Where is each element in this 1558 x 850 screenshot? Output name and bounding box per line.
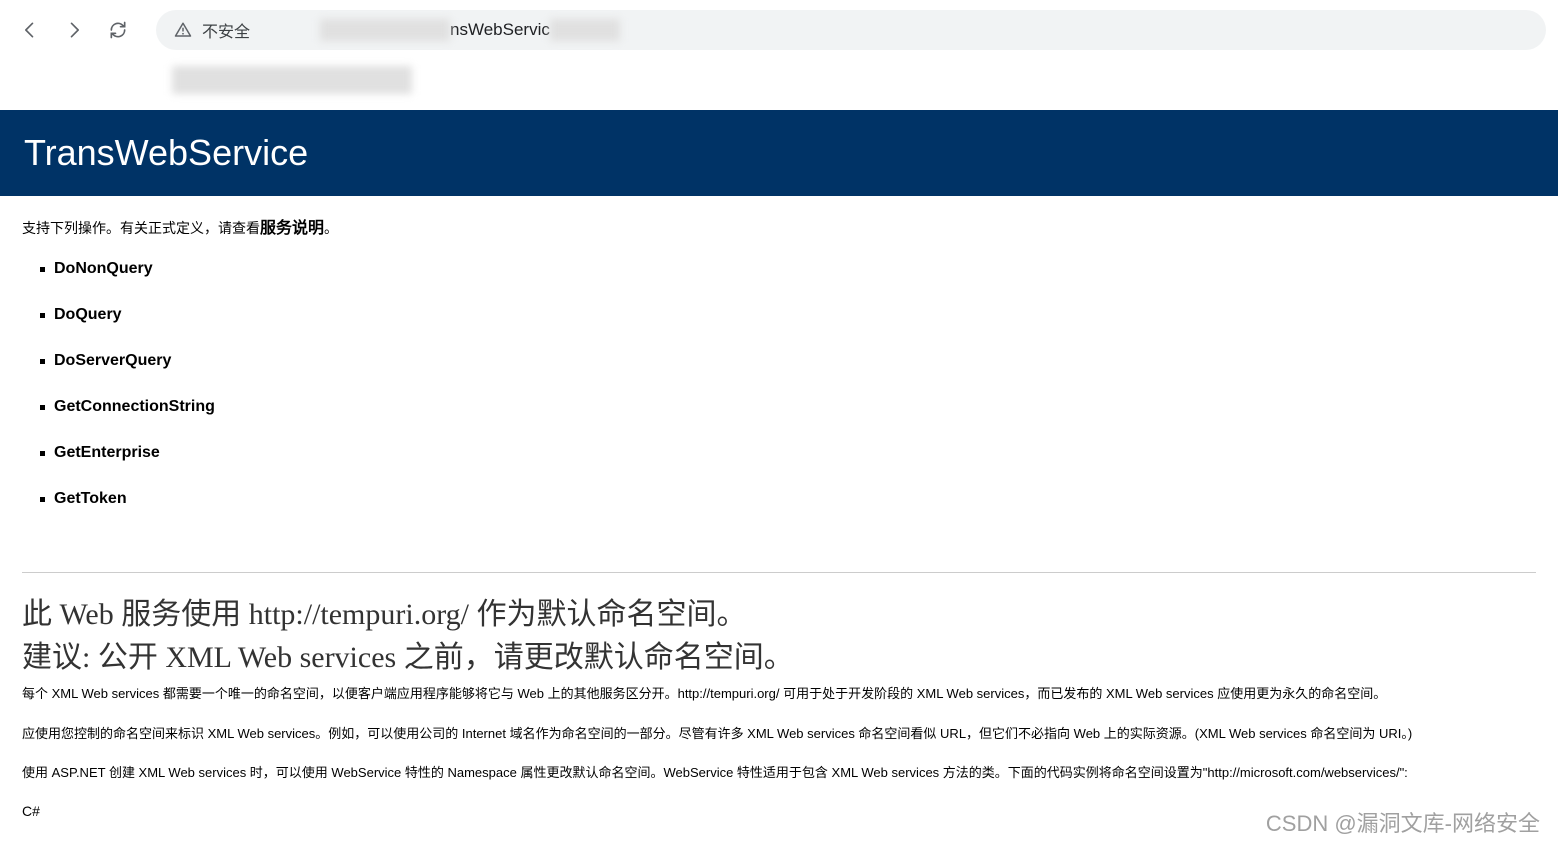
service-description-link[interactable]: 服务说明 [260, 220, 324, 237]
namespace-notice: 此 Web 服务使用 http://tempuri.org/ 作为默认命名空间。… [0, 591, 1558, 684]
forward-button[interactable] [56, 12, 92, 48]
operations-list: DoNonQuery DoQuery DoServerQuery GetConn… [40, 260, 1536, 508]
reload-button[interactable] [100, 12, 136, 48]
url-text: nsWebServic [450, 20, 550, 40]
url-blur-segment [550, 19, 620, 41]
section-divider [22, 572, 1536, 573]
code-language-label: C# [22, 803, 1536, 819]
back-button[interactable] [12, 12, 48, 48]
intro-text: 支持下列操作。有关正式定义，请查看服务说明。 [22, 214, 1536, 238]
url-display: nsWebServic [320, 19, 620, 41]
service-title: TransWebService [24, 132, 1534, 174]
main-content: 支持下列操作。有关正式定义，请查看服务说明。 DoNonQuery DoQuer… [0, 196, 1558, 554]
url-blur-segment [320, 19, 450, 41]
operation-link[interactable]: GetToken [40, 490, 1536, 508]
address-bar[interactable]: 不安全 nsWebServic [156, 10, 1546, 50]
operation-link[interactable]: DoNonQuery [40, 260, 1536, 278]
notice-line-2: 建议: 公开 XML Web services 之前，请更改默认命名空间。 [22, 638, 1536, 679]
security-label: 不安全 [202, 18, 250, 42]
operation-link[interactable]: GetConnectionString [40, 398, 1536, 416]
intro-suffix: 。 [324, 220, 338, 236]
notice-line-1: 此 Web 服务使用 http://tempuri.org/ 作为默认命名空间。 [22, 595, 1536, 636]
description-paragraph: 应使用您控制的命名空间来标识 XML Web services。例如，可以使用公… [22, 724, 1536, 744]
content-gap [0, 60, 1558, 110]
browser-toolbar: 不安全 nsWebServic [0, 0, 1558, 60]
arrow-left-icon [20, 20, 40, 40]
not-secure-icon [174, 21, 192, 39]
arrow-right-icon [64, 20, 84, 40]
page-banner: TransWebService [0, 110, 1558, 196]
operation-link[interactable]: DoQuery [40, 306, 1536, 324]
intro-prefix: 支持下列操作。有关正式定义，请查看 [22, 220, 260, 236]
operation-link[interactable]: DoServerQuery [40, 352, 1536, 370]
description-paragraph: 使用 ASP.NET 创建 XML Web services 时，可以使用 We… [22, 763, 1536, 783]
reload-icon [108, 20, 128, 40]
description-paragraph: 每个 XML Web services 都需要一个唯一的命名空间，以便客户端应用… [22, 684, 1536, 704]
operation-link[interactable]: GetEnterprise [40, 444, 1536, 462]
address-blur-overflow [172, 66, 412, 94]
